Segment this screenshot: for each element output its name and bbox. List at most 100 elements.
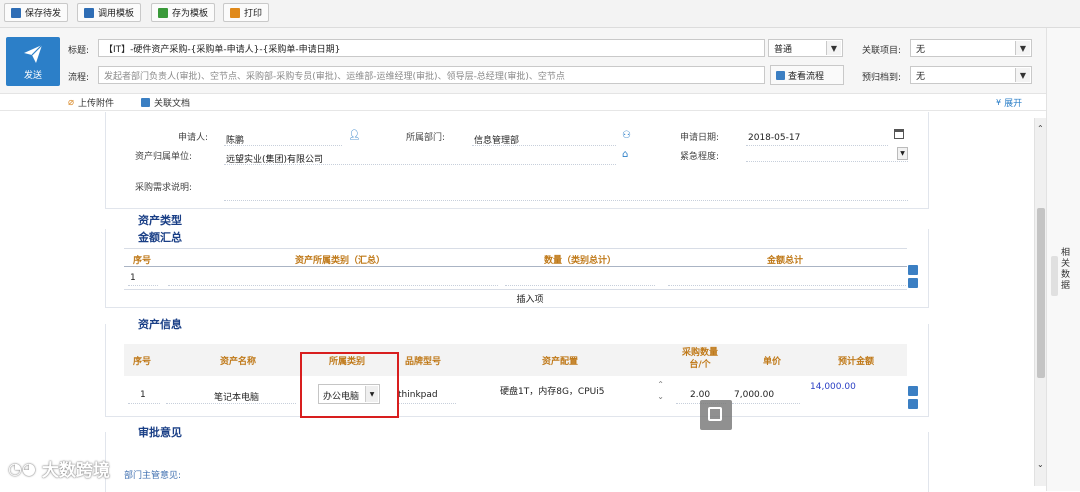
underline xyxy=(224,145,342,146)
asset-header-price: 单价 xyxy=(762,357,781,367)
process-input[interactable]: 发起者部门负责人(审批)、空节点、采购部-采购专员(审批)、运维部-运维经理(审… xyxy=(98,66,765,84)
scrollbar-thumb[interactable] xyxy=(1037,208,1045,378)
view-flow-button[interactable]: 查看流程 xyxy=(770,65,844,85)
asset-header-brand: 品牌型号 xyxy=(404,357,441,367)
upload-attachment-link[interactable]: ⌀ 上传附件 xyxy=(68,96,114,109)
document-icon xyxy=(141,98,150,107)
underline xyxy=(128,285,158,286)
title-label: 标题: xyxy=(68,46,90,56)
underline xyxy=(398,403,456,404)
related-project-label: 关联项目: xyxy=(862,46,902,56)
underline xyxy=(472,145,616,146)
calendar-icon[interactable] xyxy=(894,129,904,139)
asset-row-qty[interactable]: 2.00 xyxy=(690,390,710,400)
double-chevron-down-icon: ¥ xyxy=(996,98,1002,107)
header-panel xyxy=(0,28,1046,94)
delete-row-icon[interactable] xyxy=(908,278,918,288)
asset-header-name: 资产名称 xyxy=(219,357,256,367)
scroll-up-icon[interactable]: ⌃ xyxy=(657,380,664,389)
asset-header-qty: 采购数量台/个 xyxy=(681,348,718,370)
save-draft-button[interactable]: 保存待发 xyxy=(4,3,69,22)
paperclip-icon: ⌀ xyxy=(68,97,75,108)
chevron-down-icon: ▼ xyxy=(897,147,908,160)
watermark: ◔◕ 大数跨境 xyxy=(8,459,110,481)
paper-plane-icon xyxy=(24,44,43,63)
chevron-down-icon: ▼ xyxy=(1015,68,1030,82)
priority-select[interactable]: 普通 ▼ xyxy=(768,39,843,57)
highlight-box xyxy=(300,352,399,418)
asset-header-total: 预计金额 xyxy=(837,357,874,367)
asset-header-config: 资产配置 xyxy=(541,357,578,367)
asset-header-no: 序号 xyxy=(132,357,151,367)
divider xyxy=(0,110,1046,111)
scroll-up-arrow-icon[interactable]: ⌃ xyxy=(1037,124,1044,133)
table-rule xyxy=(124,248,907,249)
dept-picker-icon[interactable]: ⚇ xyxy=(622,130,632,141)
send-label: 发送 xyxy=(23,71,42,81)
person-picker-icon[interactable]: 👤︎ xyxy=(348,130,361,141)
send-button[interactable]: 发送 xyxy=(6,37,60,86)
dept-label: 所属部门: xyxy=(406,133,446,143)
table-rule xyxy=(124,266,907,267)
printer-icon xyxy=(230,7,240,18)
underline xyxy=(224,200,908,201)
archive-select[interactable]: 无 ▼ xyxy=(910,66,1032,84)
save-as-template-button[interactable]: 存为模板 xyxy=(151,3,216,22)
summary-header-amount: 金额总计 xyxy=(766,256,803,266)
expand-link[interactable]: ¥ 展开 xyxy=(996,96,1022,109)
related-project-select[interactable]: 无 ▼ xyxy=(910,39,1032,57)
table-rule xyxy=(124,289,907,290)
purchase-desc-label: 采购需求说明: xyxy=(135,183,193,193)
underline xyxy=(746,145,888,146)
delete-row-icon[interactable] xyxy=(908,399,918,409)
home-icon[interactable]: ⌂ xyxy=(622,149,632,160)
chevron-down-icon: ▼ xyxy=(1015,41,1030,55)
applicant-label: 申请人: xyxy=(178,133,209,143)
date-label: 申请日期: xyxy=(680,133,720,143)
refresh-icon[interactable] xyxy=(908,265,918,275)
date-value: 2018-05-17 xyxy=(748,133,801,143)
related-document-link[interactable]: 关联文档 xyxy=(141,96,190,109)
summary-row-no: 1 xyxy=(130,273,136,283)
approval-section xyxy=(105,432,929,492)
summary-title-line2: 金额汇总 xyxy=(136,229,184,245)
flowchart-icon xyxy=(776,70,785,80)
archive-label: 预归档到: xyxy=(862,73,902,83)
watermark-logo-icon: ◔◕ xyxy=(8,459,36,478)
underline xyxy=(166,403,296,404)
config-textarea[interactable]: 硬盘1T，内存8G，CPUi5 ⌃ ⌄ xyxy=(462,380,666,406)
save-icon xyxy=(11,7,21,18)
asset-title: 资产信息 xyxy=(136,316,184,332)
scroll-down-arrow-icon[interactable]: ⌄ xyxy=(1037,460,1044,469)
template-icon xyxy=(84,7,94,18)
title-input[interactable]: 【IT】-硬件资产采购-{采购单-申请人}-{采购单-申请日期} xyxy=(98,39,765,57)
process-label: 流程: xyxy=(68,73,90,83)
summary-header-category: 资产所属类别（汇总） xyxy=(294,256,385,266)
summary-header-no: 序号 xyxy=(132,256,151,266)
scroll-down-icon[interactable]: ⌄ xyxy=(657,392,664,401)
summary-header-quantity: 数量（类别总计） xyxy=(543,256,616,266)
summary-title-line1: 资产类型 xyxy=(136,212,184,228)
refresh-icon[interactable] xyxy=(908,386,918,396)
save-template-icon xyxy=(158,7,168,18)
floating-transfer-widget[interactable] xyxy=(700,400,732,430)
use-template-button[interactable]: 调用模板 xyxy=(77,3,142,22)
print-button[interactable]: 打印 xyxy=(223,3,270,22)
asset-row-brand[interactable]: thinkpad xyxy=(398,390,438,400)
underline xyxy=(668,285,906,286)
transfer-icon xyxy=(708,407,722,421)
underline xyxy=(224,164,616,165)
related-data-panel[interactable]: 相关数据 xyxy=(1046,28,1080,491)
chevron-down-icon: ▼ xyxy=(826,41,841,55)
insert-row-link[interactable]: 插入项 xyxy=(500,292,560,305)
asset-unit-label: 资产归属单位: xyxy=(135,152,193,162)
asset-row-price[interactable]: 7,000.00 xyxy=(734,390,774,400)
underline xyxy=(128,403,160,404)
underline xyxy=(505,285,655,286)
underline xyxy=(168,285,498,286)
urgency-label: 紧急程度: xyxy=(680,152,720,162)
collapse-handle[interactable] xyxy=(1051,256,1058,296)
urgency-select[interactable]: ▼ xyxy=(746,147,908,162)
asset-row-name: 笔记本电脑 xyxy=(214,393,260,403)
asset-row-total: 14,000.00 xyxy=(810,382,856,392)
